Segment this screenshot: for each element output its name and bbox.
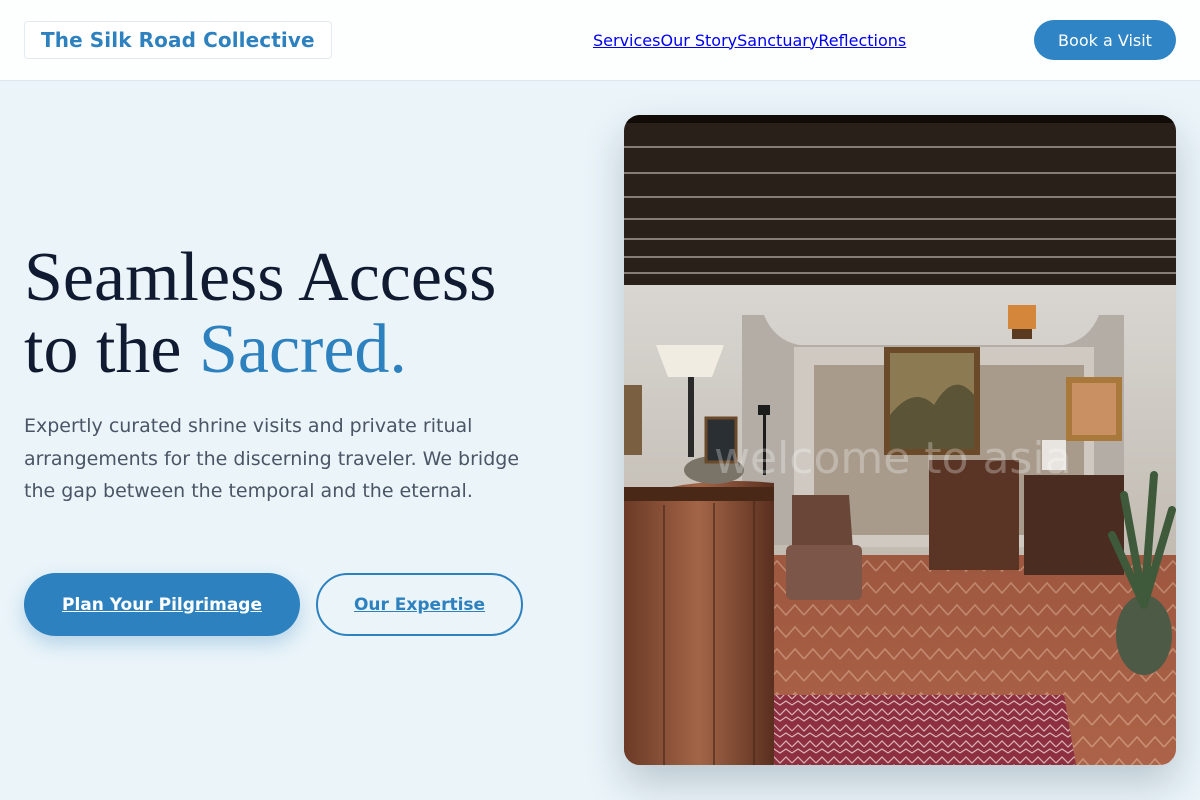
hero-headline-line2: to the [24,311,199,388]
hero-headline-accent: Sacred. [198,311,407,388]
hero-subcopy: Expertly curated shrine visits and priva… [24,415,520,502]
hero-headline: Seamless Access to the Sacred. [24,242,584,386]
book-visit-button[interactable]: Book a Visit [1034,20,1176,60]
our-expertise-button[interactable]: Our Expertise [316,573,523,636]
site-header: The Silk Road Collective Services Our St… [0,0,1200,81]
nav-link-reflections[interactable]: Reflections [818,31,906,50]
hero-headline-line1: Seamless Access [24,239,497,316]
hero-photo: welcome to asia [624,115,1176,765]
main-nav: Services Our Story Sanctuary Reflections [593,0,906,80]
brand-logo[interactable]: The Silk Road Collective [24,21,332,59]
image-watermark-text: welcome to asia [714,433,1072,484]
nav-link-services[interactable]: Services [593,31,660,50]
nav-link-our-story[interactable]: Our Story [660,31,737,50]
plan-pilgrimage-button[interactable]: Plan Your Pilgrimage [24,573,300,636]
nav-link-sanctuary[interactable]: Sanctuary [737,31,818,50]
